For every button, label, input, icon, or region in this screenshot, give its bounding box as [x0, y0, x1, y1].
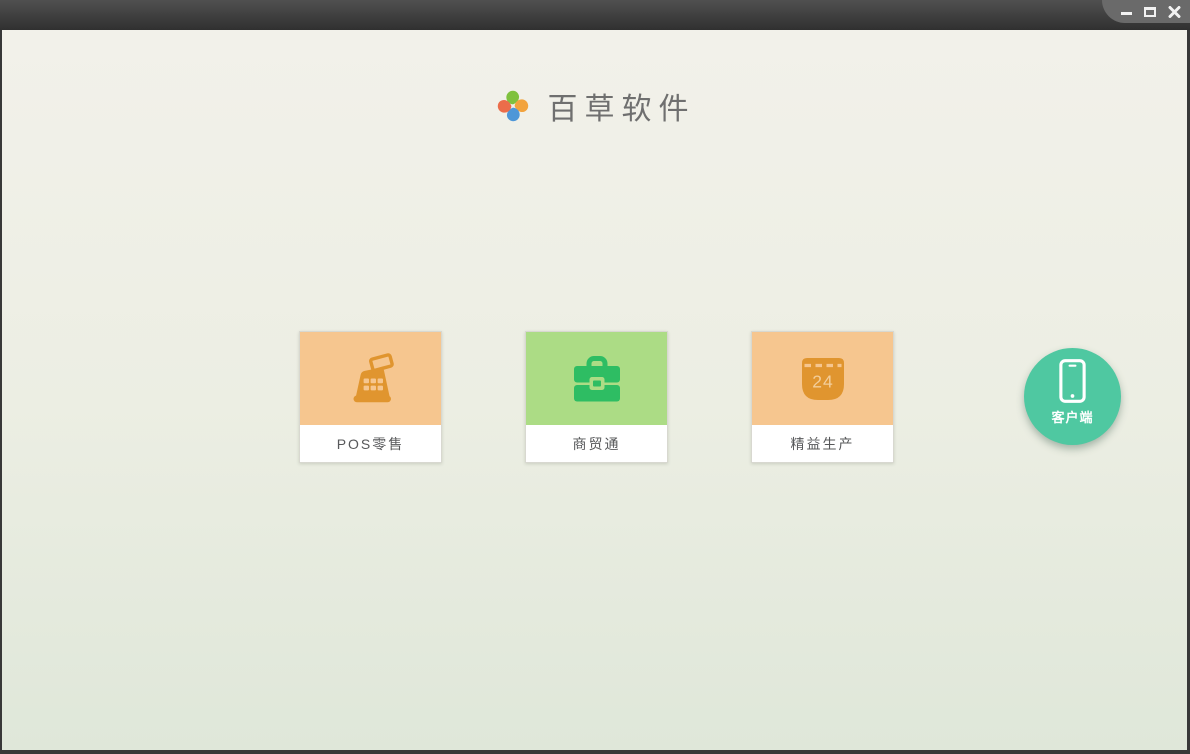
client-button-label: 客户端 — [1051, 410, 1094, 425]
card-trade-tile — [526, 332, 667, 425]
card-pos-retail[interactable]: POS零售 — [299, 331, 442, 463]
card-trade-label: 商贸通 — [572, 435, 621, 452]
close-button[interactable] — [1167, 5, 1181, 19]
minimize-icon — [1120, 12, 1132, 15]
pinwheel-logo-icon — [497, 90, 528, 122]
card-lean-production-label: 精益生产 — [790, 435, 855, 452]
window-controls — [1102, 0, 1190, 23]
client-button[interactable]: 客户端 — [1024, 348, 1121, 445]
minimize-button[interactable] — [1119, 5, 1133, 19]
brand-name: 百草软件 — [547, 92, 696, 127]
maximize-icon — [1144, 6, 1156, 17]
briefcase-icon — [573, 355, 620, 401]
close-icon — [1168, 5, 1180, 18]
card-lean-production-tile: 24 — [752, 332, 893, 425]
product-cards-row: POS零售 商贸通 24 精益生产 — [299, 331, 894, 463]
brand-header: 百草软件 — [2, 84, 1187, 128]
smartphone-icon — [1059, 359, 1086, 403]
main-content: 百草软件 POS零售 商贸通 24 精益生产 客户端 — [2, 30, 1187, 750]
title-bar — [0, 0, 1190, 30]
cash-register-icon — [353, 352, 394, 402]
card-pos-retail-tile — [300, 332, 441, 425]
card-pos-retail-label: POS零售 — [336, 435, 405, 452]
card-lean-production[interactable]: 24 精益生产 — [751, 331, 894, 463]
maximize-button[interactable] — [1143, 5, 1157, 19]
calendar-icon: 24 — [801, 357, 844, 400]
app-window: 百草软件 POS零售 商贸通 24 精益生产 客户端 — [0, 0, 1190, 754]
calendar-day-number: 24 — [812, 371, 833, 391]
card-trade[interactable]: 商贸通 — [525, 331, 668, 463]
